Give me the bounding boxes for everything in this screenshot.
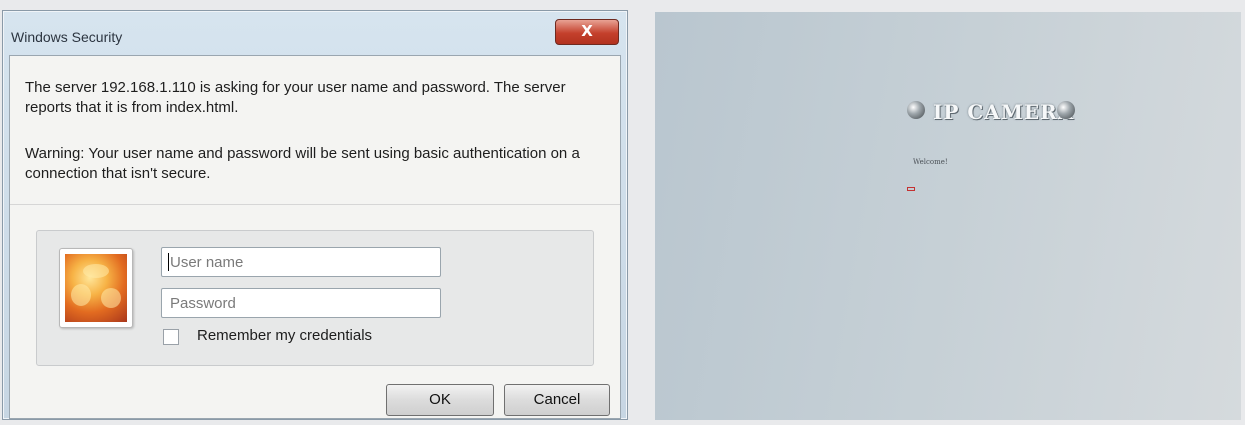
security-warning: Warning: Your user name and password wil… — [25, 145, 580, 182]
credential-tile: Remember my credentials — [36, 230, 594, 366]
highlighted-login-link[interactable] — [907, 187, 915, 191]
logo-text: IP CAMERA — [933, 100, 1075, 124]
server-message: The server 192.168.1.110 is asking for y… — [25, 79, 566, 116]
petal-shape — [101, 288, 121, 308]
petal-shape — [83, 264, 109, 278]
dialog-title: Windows Security — [11, 29, 123, 45]
globe-icon — [1057, 101, 1075, 119]
petal-shape — [71, 284, 91, 306]
username-field[interactable] — [161, 247, 441, 277]
username-input[interactable] — [162, 248, 440, 276]
ip-camera-page: IP CAMERA Welcome! — [655, 12, 1241, 420]
user-avatar — [59, 248, 133, 328]
dialog-titlebar: Windows Security X — [3, 11, 627, 51]
cancel-button[interactable]: Cancel — [504, 384, 610, 416]
welcome-text: Welcome! — [913, 158, 948, 166]
flower-picture-icon — [65, 254, 127, 322]
close-button[interactable]: X — [555, 19, 619, 45]
divider — [10, 204, 620, 205]
password-input[interactable] — [162, 289, 440, 317]
globe-icon — [907, 101, 925, 119]
text-caret — [168, 253, 169, 271]
close-icon: X — [581, 22, 593, 40]
windows-security-dialog: Windows Security X The server 192.168.1.… — [2, 10, 628, 420]
dialog-content: The server 192.168.1.110 is asking for y… — [9, 55, 621, 419]
remember-label: Remember my credentials — [197, 327, 373, 344]
password-field[interactable] — [161, 288, 441, 318]
remember-checkbox[interactable] — [163, 329, 179, 345]
screenshot: Windows Security X The server 192.168.1.… — [0, 0, 1245, 425]
ok-button[interactable]: OK — [386, 384, 494, 416]
